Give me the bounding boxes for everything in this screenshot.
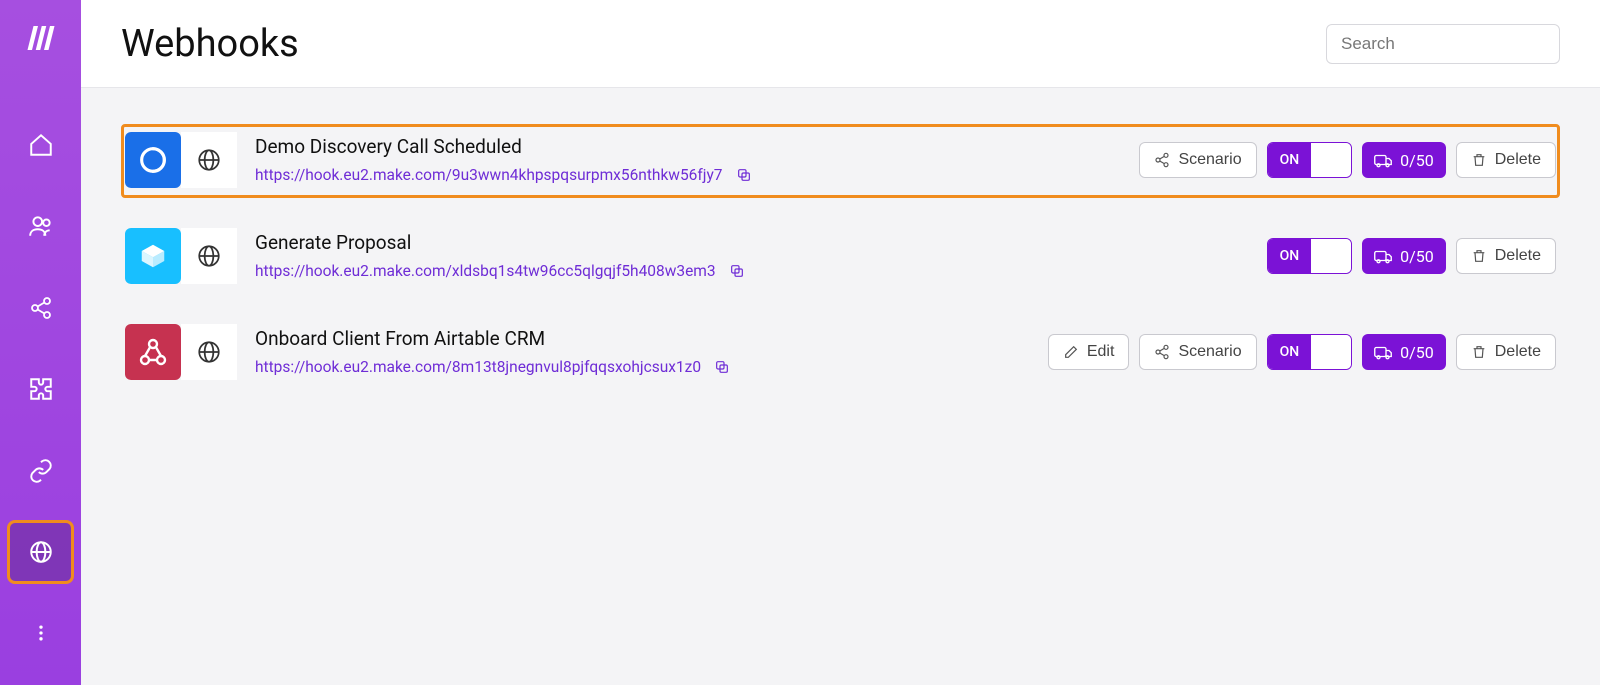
copy-icon[interactable] — [733, 164, 755, 186]
copy-icon[interactable] — [726, 260, 748, 282]
globe-icon — [181, 228, 237, 284]
app-icon — [125, 324, 181, 380]
queue-value: 0/50 — [1400, 343, 1434, 362]
delete-label: Delete — [1495, 151, 1541, 169]
status-toggle[interactable]: ON — [1267, 238, 1353, 274]
toggle-on-label: ON — [1268, 335, 1312, 369]
app-logo[interactable] — [9, 8, 72, 67]
toggle-on-label: ON — [1268, 239, 1312, 273]
sidebar — [0, 0, 81, 685]
webhook-info: Demo Discovery Call Scheduled https://ho… — [125, 132, 755, 188]
edit-label: Edit — [1087, 343, 1115, 361]
nav-webhooks[interactable] — [9, 522, 72, 581]
toggle-off-side — [1311, 239, 1351, 273]
nav-integrations[interactable] — [9, 360, 72, 419]
webhook-info: Onboard Client From Airtable CRM https:/… — [125, 324, 733, 380]
webhook-title: Demo Discovery Call Scheduled — [255, 135, 755, 158]
webhook-row: Demo Discovery Call Scheduled https://ho… — [121, 124, 1560, 198]
webhook-url[interactable]: https://hook.eu2.make.com/9u3wwn4khpspqs… — [255, 166, 723, 184]
edit-button[interactable]: Edit — [1048, 334, 1130, 370]
header: Webhooks — [81, 0, 1600, 88]
webhook-actions: Edit Scenario ON 0/50 Delete — [1048, 334, 1556, 370]
webhooks-list: Demo Discovery Call Scheduled https://ho… — [81, 88, 1600, 448]
nav-users[interactable] — [9, 197, 72, 256]
webhook-info: Generate Proposal https://hook.eu2.make.… — [125, 228, 748, 284]
page-title: Webhooks — [121, 22, 299, 66]
webhook-actions: Scenario ON 0/50 Delete — [1139, 142, 1556, 178]
webhook-url[interactable]: https://hook.eu2.make.com/xldsbq1s4tw96c… — [255, 262, 716, 280]
webhook-row: Onboard Client From Airtable CRM https:/… — [121, 316, 1560, 390]
delete-label: Delete — [1495, 247, 1541, 265]
webhook-title: Onboard Client From Airtable CRM — [255, 327, 733, 350]
app-icon — [125, 132, 181, 188]
globe-icon — [181, 324, 237, 380]
nav-home[interactable] — [9, 115, 72, 174]
scenario-label: Scenario — [1178, 343, 1241, 361]
nav-share[interactable] — [9, 278, 72, 337]
search-input[interactable] — [1326, 24, 1560, 64]
scenario-button[interactable]: Scenario — [1139, 142, 1256, 178]
queue-badge[interactable]: 0/50 — [1362, 142, 1446, 178]
toggle-off-side — [1311, 143, 1351, 177]
webhook-title: Generate Proposal — [255, 231, 748, 254]
scenario-button[interactable]: Scenario — [1139, 334, 1256, 370]
globe-icon — [181, 132, 237, 188]
toggle-off-side — [1311, 335, 1351, 369]
queue-value: 0/50 — [1400, 247, 1434, 266]
webhook-row: Generate Proposal https://hook.eu2.make.… — [121, 220, 1560, 294]
queue-badge[interactable]: 0/50 — [1362, 334, 1446, 370]
app-icon — [125, 228, 181, 284]
queue-badge[interactable]: 0/50 — [1362, 238, 1446, 274]
status-toggle[interactable]: ON — [1267, 142, 1353, 178]
delete-label: Delete — [1495, 343, 1541, 361]
nav-links[interactable] — [9, 441, 72, 500]
delete-button[interactable]: Delete — [1456, 238, 1556, 274]
webhook-actions: ON 0/50 Delete — [1267, 238, 1556, 274]
queue-value: 0/50 — [1400, 151, 1434, 170]
copy-icon[interactable] — [711, 356, 733, 378]
toggle-on-label: ON — [1268, 143, 1312, 177]
delete-button[interactable]: Delete — [1456, 334, 1556, 370]
main: Webhooks Demo Discovery Call Scheduled h… — [81, 0, 1600, 685]
webhook-url[interactable]: https://hook.eu2.make.com/8m13t8jnegnvul… — [255, 358, 701, 376]
delete-button[interactable]: Delete — [1456, 142, 1556, 178]
scenario-label: Scenario — [1178, 151, 1241, 169]
status-toggle[interactable]: ON — [1267, 334, 1353, 370]
nav-more[interactable] — [9, 604, 72, 663]
